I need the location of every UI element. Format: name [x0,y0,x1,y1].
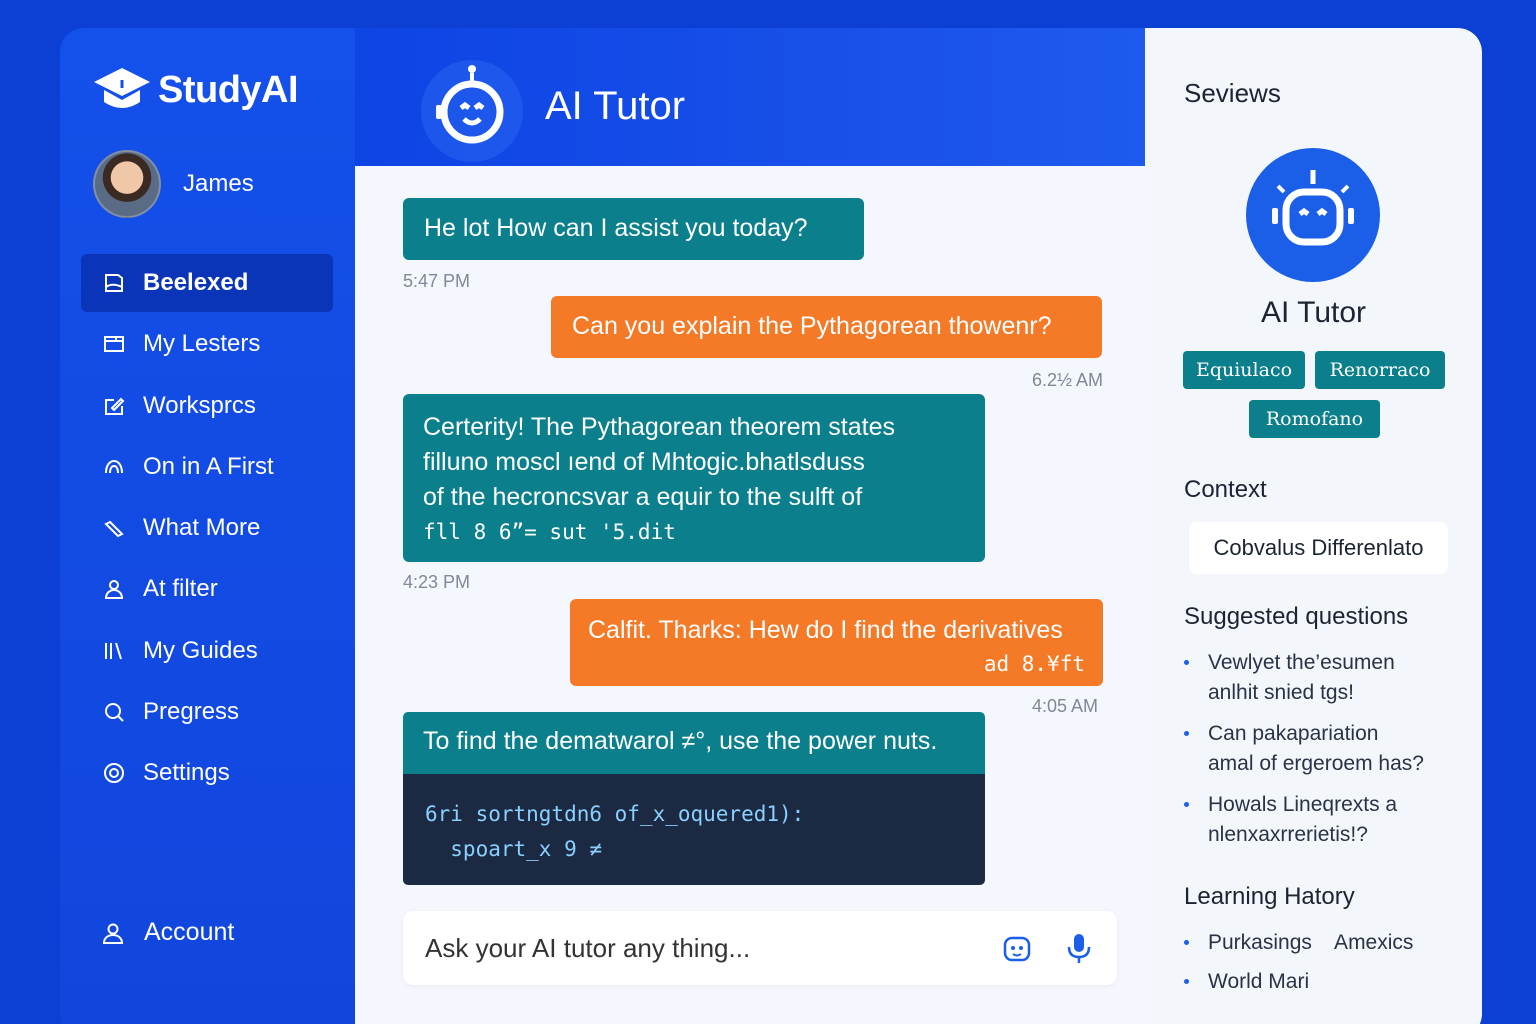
message-line: Certerity! The Pythagorean theorem state… [423,413,895,441]
suggested-heading: Suggested questions [1184,603,1409,630]
message-time: 4:05 AM [1032,696,1099,716]
suggested-question[interactable]: Vewlyet the’esumen anlhit snied tgs! [1184,648,1474,708]
account-link[interactable]: Account [100,918,234,947]
tutor-name: AI Tutor [1260,296,1367,329]
users-icon [101,576,127,602]
sidebar-item-pregress[interactable]: Pregress [81,683,333,741]
panel-title: Seviews [1184,78,1281,108]
chat-title: AI Tutor [545,84,686,128]
topic-tag[interactable]: Renorraco [1315,351,1445,389]
question-line: nlenxaxrrerietis!? [1208,823,1368,846]
pen-icon [101,515,127,541]
question-line: anlhit snied tgs! [1208,681,1354,704]
topic-tag[interactable]: Romofano [1249,400,1380,438]
user-message: Can you explain the Pythagorean thowenr? [551,296,1102,358]
message-text: Can you explain the Pythagorean thowenr? [572,312,1052,340]
suggested-questions: Vewlyet the’esumen anlhit snied tgs! Can … [1184,648,1474,861]
history-item[interactable]: Purkasings Amexics [1184,928,1474,958]
suggested-question[interactable]: Howals Lineqrexts a nlenxaxrrerietis!? [1184,790,1474,850]
sidebar-item-label: My Lesters [143,330,261,358]
message-input[interactable] [425,929,985,967]
sidebar-item-label: Beelexed [143,269,249,296]
sidebar: StudyAI James Beelexed My Lesters Worksp… [60,28,355,1024]
message-time: 6.2½ AM [1032,370,1104,390]
brand[interactable]: StudyAI [92,64,299,116]
chat-header: AI Tutor [355,28,1145,166]
ai-message: He lot How can I assist you today? [403,198,864,260]
sidebar-item-what-more[interactable]: What More [81,499,333,557]
sidebar-item-label: On in A First [143,452,274,480]
account-label: Account [144,918,235,946]
wave-icon [101,454,127,480]
tutor-avatar [421,60,523,162]
context-heading: Context [1184,476,1267,503]
ai-message: Certerity! The Pythagorean theorem state… [403,394,985,562]
user-icon [100,920,126,946]
sidebar-item-beelexed[interactable]: Beelexed [81,254,333,312]
sidebar-nav: Beelexed My Lesters Worksprcs On in A Fi… [81,254,333,806]
question-line: amal of ergeroem has? [1208,752,1424,775]
sidebar-item-on-in-a-first[interactable]: On in A First [81,438,333,496]
app-window: StudyAI James Beelexed My Lesters Worksp… [60,28,1482,1024]
sidebar-item-label: My Guides [143,636,258,664]
user-message: Calfit. Tharks: Hew do I find the deriva… [570,599,1103,686]
code-block: 6ri sortngtdn6 of_x_oquered1): spοart_x … [403,774,985,885]
ai-message: To find the dematwarol ≠°, use the power… [403,712,985,774]
message-line: of the hecroncsvar a equir to the sulft … [423,483,863,511]
tutor-avatar [1246,148,1380,282]
message-text: To find the dematwarol ≠°, use the power… [423,727,938,755]
sidebar-item-label: At filter [143,575,218,603]
learning-history: Purkasings Amexics World Mari [1184,928,1474,1008]
image-icon [101,331,127,357]
gear-icon [101,760,127,786]
sidebar-item-label: What More [143,514,261,542]
message-line: filluno moscl ıend of Μhtogic.bhatlsduss [423,448,865,476]
graduation-cap-icon [94,68,150,108]
chat-area: He lot How can I assist you today? 5:47 … [355,166,1145,1024]
sidebar-item-label: Settings [143,759,230,787]
details-panel: Seviews AI Tutor Equiulaco Renorraco Rom… [1145,28,1482,1024]
robot-icon[interactable] [1000,931,1034,965]
edit-icon [101,393,127,419]
sidebar-item-settings[interactable]: Settings [81,744,333,802]
user-profile[interactable]: James [93,150,254,218]
question-line: Vewlyet the’esumen [1208,651,1395,674]
message-line: Calfit. Tharks: Hew do I find the deriva… [588,616,1063,644]
sidebar-item-label: Pregress [143,698,240,726]
history-heading: Learning Hatory [1184,883,1355,910]
context-value[interactable]: Cobvalus Differenlato [1189,522,1448,574]
message-line: fll 8 6”= sut '5.dit [423,520,676,544]
code-line: spοart_x 9 ≠ [425,837,603,861]
message-text: He lot How can I assist you today? [424,214,808,242]
search-icon [101,699,127,725]
message-composer [403,911,1117,985]
suggested-question[interactable]: Can pakapariation amal of ergeroem has? [1184,719,1474,779]
history-item[interactable]: World Mari [1184,967,1474,997]
sidebar-item-worksprcs[interactable]: Worksprcs [81,377,333,435]
user-name: James [183,170,254,197]
message-line: ad 8.¥ft [983,652,1085,676]
sidebar-item-label: Worksprcs [143,391,256,419]
microphone-icon[interactable] [1062,931,1096,965]
brand-name: StudyAI [158,68,299,111]
book-icon [101,270,127,296]
sidebar-item-my-guides[interactable]: My Guides [81,622,333,680]
message-time: 4:23 PM [403,572,471,592]
message-time: 5:47 PM [403,271,471,291]
avatar [93,150,161,218]
question-line: Can pakapariation [1208,722,1379,745]
code-line: 6ri sortngtdn6 of_x_oquered1): [425,802,805,826]
question-line: Howals Lineqrexts a [1208,793,1398,816]
topic-tag[interactable]: Equiulaco [1183,351,1305,389]
sidebar-item-my-lesters[interactable]: My Lesters [81,315,333,373]
sidebar-item-at-filter[interactable]: At filter [81,560,333,618]
robot-icon [436,65,504,144]
robot-icon [1272,170,1354,246]
library-icon [101,638,127,664]
